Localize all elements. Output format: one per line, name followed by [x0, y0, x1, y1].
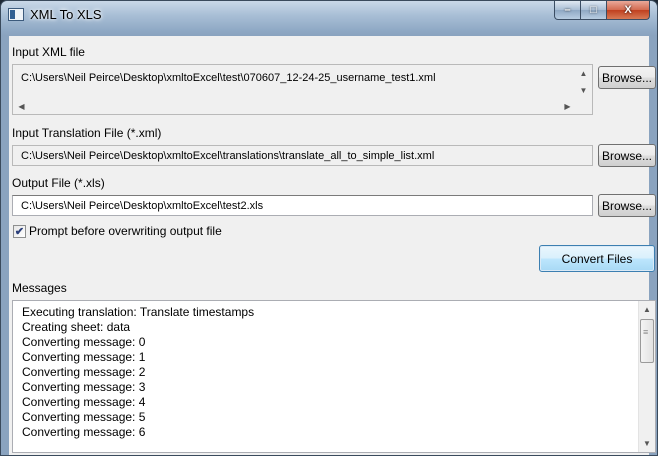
- translation-value: C:\Users\Neil Peirce\Desktop\xmltoExcel\…: [21, 149, 435, 162]
- messages-label: Messages: [12, 281, 67, 295]
- scroll-left-icon[interactable]: ◀: [13, 98, 30, 114]
- minimize-button[interactable]: –: [554, 1, 581, 20]
- message-line: Converting message: 3: [22, 380, 146, 394]
- output-value: C:\Users\Neil Peirce\Desktop\xmltoExcel\…: [21, 199, 264, 212]
- input-xml-hscroll[interactable]: ◀ ▶: [13, 98, 576, 114]
- translation-field[interactable]: C:\Users\Neil Peirce\Desktop\xmltoExcel\…: [12, 145, 593, 166]
- app-window: XML To XLS – □ X Input XML file C:\Users…: [0, 0, 658, 456]
- caption-buttons: – □ X: [554, 1, 650, 21]
- translation-label: Input Translation File (*.xml): [12, 126, 162, 140]
- input-xml-field[interactable]: C:\Users\Neil Peirce\Desktop\xmltoExcel\…: [12, 64, 593, 115]
- scroll-right-icon[interactable]: ▶: [559, 98, 576, 114]
- window-title: XML To XLS: [30, 7, 102, 22]
- client-area: Input XML file C:\Users\Neil Peirce\Desk…: [9, 36, 656, 455]
- close-button[interactable]: X: [607, 1, 650, 20]
- messages-scrollbar[interactable]: ▲ ▼: [638, 301, 655, 452]
- input-xml-value: C:\Users\Neil Peirce\Desktop\xmltoExcel\…: [21, 72, 436, 84]
- input-xml-browse-button[interactable]: Browse...: [598, 66, 656, 89]
- message-line: Converting message: 0: [22, 335, 146, 349]
- minimize-icon: –: [564, 4, 571, 16]
- output-label: Output File (*.xls): [12, 176, 105, 190]
- message-line: Executing translation: Translate timesta…: [22, 305, 255, 319]
- message-line: Converting message: 4: [22, 395, 146, 409]
- scroll-up-icon[interactable]: ▲: [639, 301, 655, 318]
- input-xml-vscroll[interactable]: ▲ ▼: [575, 65, 592, 99]
- convert-files-button[interactable]: Convert Files: [539, 245, 655, 272]
- title-bar[interactable]: XML To XLS – □ X: [1, 1, 657, 36]
- translation-browse-button[interactable]: Browse...: [598, 144, 656, 167]
- message-line: Converting message: 5: [22, 410, 146, 424]
- scroll-up-icon[interactable]: ▲: [575, 65, 592, 82]
- maximize-icon: □: [590, 4, 597, 16]
- close-icon: X: [624, 4, 632, 16]
- output-field[interactable]: C:\Users\Neil Peirce\Desktop\xmltoExcel\…: [12, 195, 593, 216]
- message-line: Creating sheet: data: [22, 320, 131, 334]
- messages-list[interactable]: Executing translation: Translate timesta…: [12, 300, 656, 453]
- scroll-thumb[interactable]: [640, 319, 654, 363]
- input-xml-label: Input XML file: [12, 45, 85, 59]
- message-line: Converting message: 6: [22, 425, 146, 439]
- scroll-down-icon[interactable]: ▼: [639, 435, 655, 452]
- message-line: Converting message: 1: [22, 350, 146, 364]
- maximize-button[interactable]: □: [581, 1, 607, 20]
- app-icon: [8, 8, 24, 21]
- prompt-checkbox[interactable]: ✔: [13, 225, 26, 238]
- prompt-checkbox-label[interactable]: Prompt before overwriting output file: [29, 224, 222, 238]
- scroll-down-icon[interactable]: ▼: [575, 82, 592, 99]
- output-browse-button[interactable]: Browse...: [598, 194, 656, 217]
- message-line: Converting message: 2: [22, 365, 146, 379]
